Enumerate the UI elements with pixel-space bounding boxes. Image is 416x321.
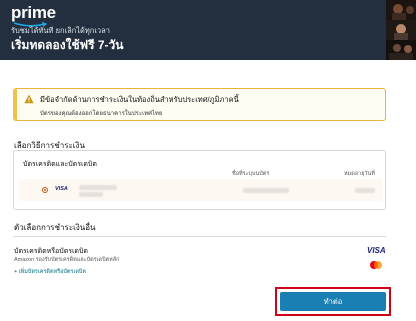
promo-poster-image <box>386 40 416 60</box>
visa-logo: VISA <box>367 246 386 255</box>
card-number-redacted <box>79 185 117 190</box>
other-payment-heading: ตัวเลือกการชำระเงินอื่น <box>14 223 96 232</box>
promo-poster-image <box>386 20 416 40</box>
alert-body: บัตรของคุณต้องออกโดยธนาคารในประเทศไทย <box>40 111 163 117</box>
prime-header: prime รับชมได้ทันที ยกเลิกได้ทุกเวลา เริ… <box>0 0 416 60</box>
promo-poster-image <box>386 0 416 20</box>
alert-title: มีข้อจำกัดด้านการชำระเงินในท้องถิ่นสำหรั… <box>40 95 239 104</box>
expiry-column-header: หมดอายุวันที่ <box>344 171 375 177</box>
trial-headline: เริ่มทดลองใช้ฟรี 7-วัน <box>11 38 124 52</box>
saved-cards-title: บัตรเครดิตและบัตรเดบิต <box>23 161 97 168</box>
card-detail-redacted <box>79 192 103 197</box>
name-on-card-column-header: ชื่อที่ระบุบนบัตร <box>232 171 270 177</box>
section-divider <box>13 236 386 237</box>
payment-restriction-alert: มีข้อจำกัดด้านการชำระเงินในท้องถิ่นสำหรั… <box>13 88 386 121</box>
other-card-option-subtitle: Amazon รองรับบัตรเครดิตและบัตรเดบิตหลัก <box>14 257 120 263</box>
expiry-date-redacted <box>355 188 375 193</box>
prime-logo: prime <box>11 3 56 27</box>
saved-card-row[interactable]: VISA <box>19 179 382 201</box>
visa-logo: VISA <box>55 186 68 192</box>
continue-button-highlight: ทำต่อ <box>275 287 391 316</box>
promo-poster-strip <box>386 0 416 60</box>
mastercard-logo <box>370 261 382 269</box>
card-radio-button[interactable] <box>42 187 48 193</box>
continue-button[interactable]: ทำต่อ <box>280 292 386 311</box>
add-card-link[interactable]: + เพิ่มบัตรเครดิตหรือบัตรเดบิต <box>14 268 86 276</box>
cardholder-name-redacted <box>243 188 289 193</box>
saved-cards-panel: บัตรเครดิตและบัตรเดบิต ชื่อที่ระบุบนบัตร… <box>13 150 386 210</box>
brand-text: prime <box>11 3 56 22</box>
warning-icon <box>24 94 34 104</box>
